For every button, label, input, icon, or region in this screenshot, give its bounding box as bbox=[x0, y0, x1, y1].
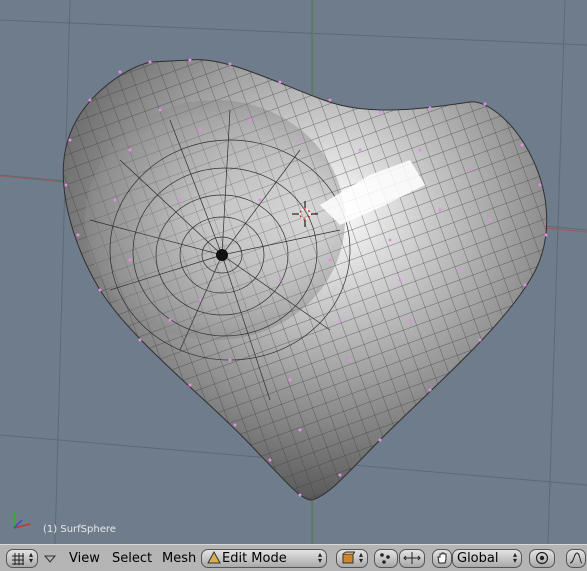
proportional-button[interactable] bbox=[529, 549, 555, 568]
mode-dropdown[interactable]: Edit Mode ▴ ▾ bbox=[201, 549, 327, 568]
cube-shading-icon bbox=[342, 551, 355, 564]
mode-value: Edit Mode bbox=[222, 551, 287, 566]
orientation-dropdown[interactable]: Global ▴ ▾ bbox=[452, 549, 522, 568]
manipulator-toggle[interactable] bbox=[432, 549, 452, 568]
updown-icon: ▴ ▾ bbox=[512, 550, 517, 565]
3d-viewport[interactable]: (1) SurfSphere bbox=[0, 0, 587, 544]
draw-type-button[interactable]: ▴ ▾ bbox=[336, 549, 368, 568]
updown-icon: ▴ ▾ bbox=[358, 550, 363, 565]
hand-manipulator-icon bbox=[437, 552, 447, 564]
proportional-icon bbox=[535, 551, 549, 565]
mesh-mode-icon bbox=[207, 551, 221, 564]
orientation-value: Global bbox=[457, 551, 499, 566]
grid-icon bbox=[12, 553, 24, 565]
viewport-canvas[interactable] bbox=[0, 0, 587, 544]
pivot-button[interactable] bbox=[374, 549, 398, 568]
view-type-button[interactable]: ▴ ▾ bbox=[6, 549, 38, 568]
proportional-falloff-icon bbox=[569, 552, 583, 564]
updown-icon: ▴ ▾ bbox=[317, 550, 322, 565]
transform-arrows-icon bbox=[403, 552, 421, 564]
proportional-options-button[interactable] bbox=[566, 549, 586, 568]
menu-select[interactable]: Select bbox=[112, 551, 152, 566]
pivot-icon bbox=[380, 553, 390, 564]
viewport-header: ▴ ▾ View Select Mesh Edit Mode ▴ ▾ ▴ ▾ G… bbox=[0, 544, 587, 571]
menu-view[interactable]: View bbox=[69, 551, 100, 566]
menu-mesh[interactable]: Mesh bbox=[162, 551, 196, 566]
object-label: (1) SurfSphere bbox=[43, 524, 116, 535]
updown-icon: ▴ ▾ bbox=[28, 550, 33, 565]
heart-mesh[interactable] bbox=[62, 58, 548, 501]
axis-gizmo-icon bbox=[13, 512, 31, 529]
pivot-options-button[interactable] bbox=[399, 549, 425, 568]
triangle-down-icon[interactable] bbox=[44, 554, 56, 564]
